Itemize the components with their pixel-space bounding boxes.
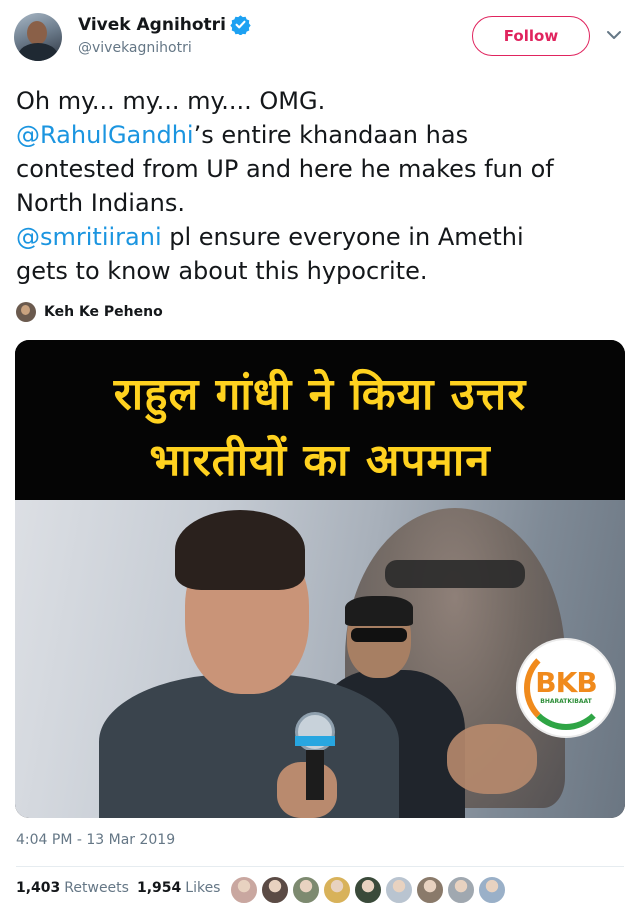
video-media[interactable]: राहुल गांधी ने किया उत्तर भारतीयों का अप… bbox=[15, 340, 625, 818]
logo-text: BKB bbox=[535, 666, 597, 699]
tweet-line: Oh my... my... my.... OMG. bbox=[16, 87, 326, 115]
liker-avatar[interactable] bbox=[385, 876, 413, 904]
follow-button[interactable]: Follow bbox=[472, 16, 590, 56]
likes-count[interactable]: 1,954 bbox=[137, 880, 181, 896]
divider bbox=[16, 866, 624, 867]
chevron-down-icon[interactable] bbox=[605, 28, 623, 42]
tweet-line: gets to know about this hypocrite. bbox=[16, 257, 428, 285]
banner-text: राहुल गांधी ने किया उत्तर bbox=[113, 369, 527, 420]
author-handle[interactable]: @vivekagnihotri bbox=[78, 40, 192, 56]
avatar-body bbox=[18, 43, 58, 61]
tweet-line: @RahulGandhi’s entire khandaan has bbox=[16, 118, 628, 152]
mention-link[interactable]: @smritiirani bbox=[16, 223, 162, 251]
tweet-timestamp[interactable]: 4:04 PM - 13 Mar 2019 bbox=[16, 832, 175, 848]
source-avatar bbox=[16, 302, 36, 322]
liker-avatar[interactable] bbox=[478, 876, 506, 904]
tweet-line: @smritiirani pl ensure everyone in Ameth… bbox=[16, 220, 628, 254]
microphone-band bbox=[295, 736, 335, 746]
tweet-header: Vivek Agnihotri @vivekagnihotri Follow bbox=[0, 0, 640, 70]
tweet-line-text: ’s entire khandaan has bbox=[193, 121, 469, 149]
author-avatar[interactable] bbox=[14, 13, 62, 61]
mention-link[interactable]: @RahulGandhi bbox=[16, 121, 194, 149]
likes-label[interactable]: Likes bbox=[185, 880, 220, 896]
liker-avatar[interactable] bbox=[447, 876, 475, 904]
engagement-stats: 1,403 Retweets 1,954 Likes bbox=[16, 880, 220, 896]
media-source[interactable]: Keh Ke Peheno bbox=[16, 301, 163, 323]
liker-avatar[interactable] bbox=[230, 876, 258, 904]
verified-badge-icon bbox=[230, 15, 251, 35]
retweets-label[interactable]: Retweets bbox=[64, 880, 129, 896]
video-frame: BKB BHARATKIBAAT bbox=[15, 500, 625, 818]
tweet-line-text: pl ensure everyone in Amethi bbox=[161, 223, 524, 251]
retweets-count[interactable]: 1,403 bbox=[16, 880, 60, 896]
channel-logo: BKB BHARATKIBAAT bbox=[518, 640, 614, 736]
avatar-face bbox=[27, 21, 47, 45]
source-name: Keh Ke Peheno bbox=[44, 304, 163, 320]
liker-avatar[interactable] bbox=[261, 876, 289, 904]
background-figure-glasses bbox=[385, 560, 525, 588]
author-name[interactable]: Vivek Agnihotri bbox=[78, 15, 226, 35]
tweet-line: North Indians. bbox=[16, 189, 185, 217]
microphone-handle bbox=[306, 750, 324, 800]
banner-text: भारतीयों का अपमान bbox=[149, 435, 491, 486]
liker-avatar[interactable] bbox=[292, 876, 320, 904]
liker-avatars bbox=[230, 876, 509, 904]
speaker-hair bbox=[175, 510, 305, 590]
liker-avatar[interactable] bbox=[416, 876, 444, 904]
tweet-text: Oh my... my... my.... OMG. @RahulGandhi’… bbox=[16, 84, 628, 288]
liker-avatar[interactable] bbox=[354, 876, 382, 904]
microphone-icon bbox=[295, 712, 335, 752]
speaker-gesture-hand bbox=[447, 724, 537, 794]
tweet-line: contested from UP and here he makes fun … bbox=[16, 155, 554, 183]
liker-avatar[interactable] bbox=[323, 876, 351, 904]
video-banner: राहुल गांधी ने किया उत्तर भारतीयों का अप… bbox=[15, 340, 625, 500]
guard-sunglasses bbox=[351, 628, 407, 642]
guard-hair bbox=[345, 596, 413, 626]
speaker-figure bbox=[99, 674, 399, 818]
logo-subtext: BHARATKIBAAT bbox=[540, 698, 592, 705]
